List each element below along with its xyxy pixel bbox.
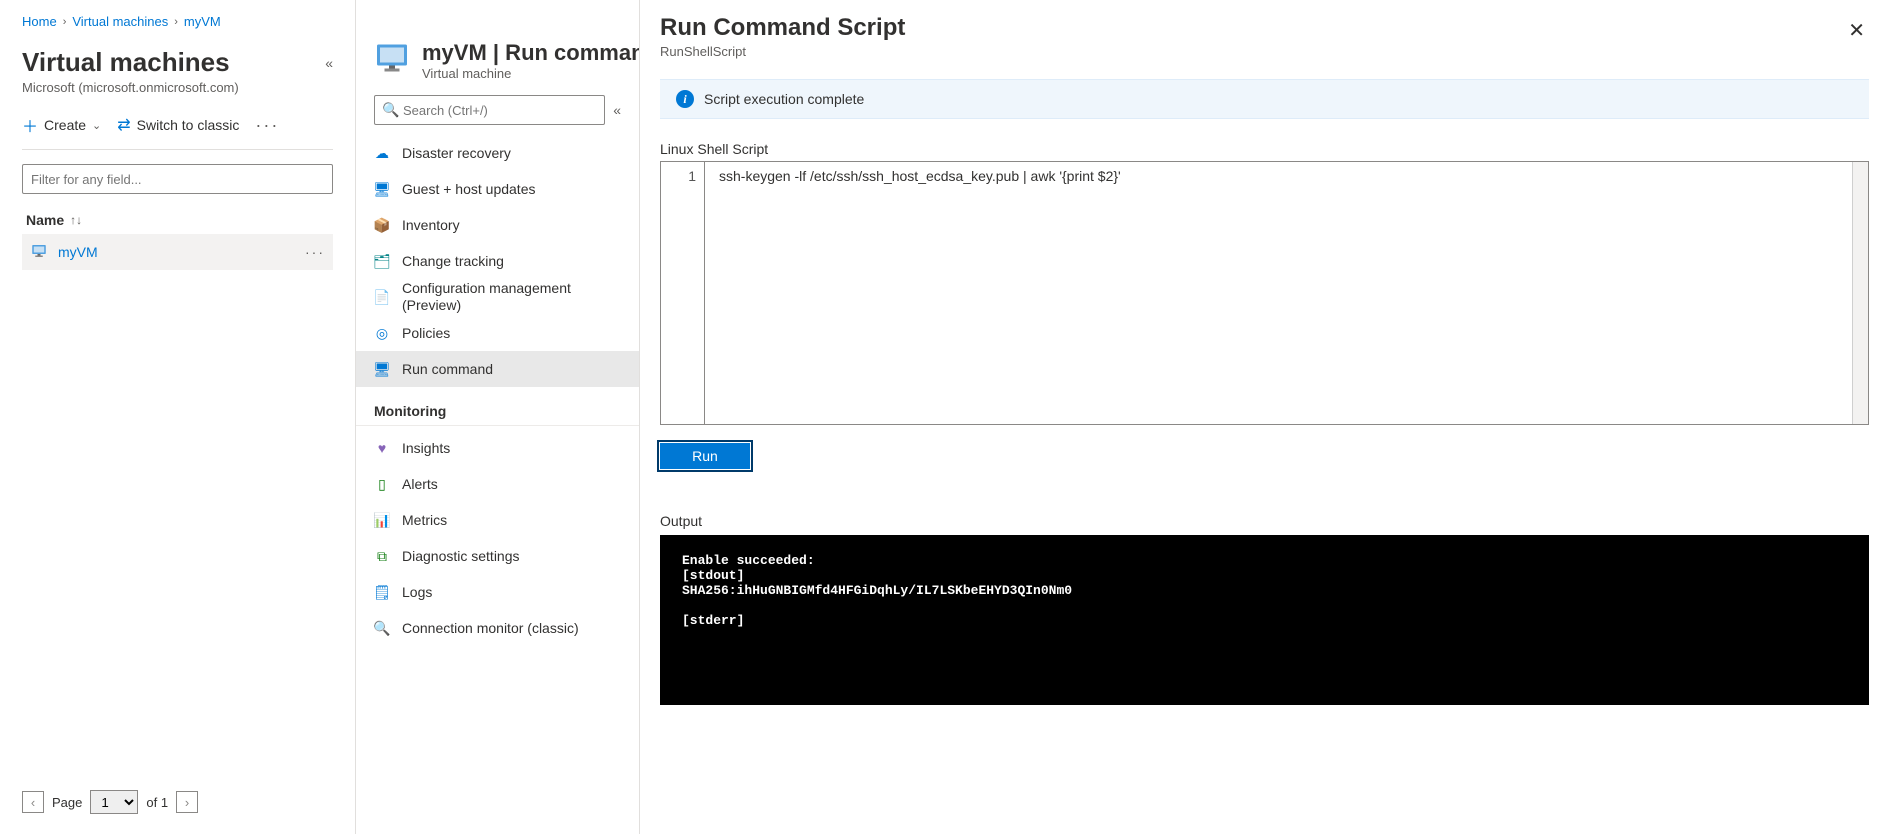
close-icon[interactable]: ✕	[1844, 14, 1869, 47]
toolbar-more[interactable]: ···	[255, 115, 279, 136]
run-button[interactable]: Run	[660, 443, 750, 469]
policies-icon: ◎	[374, 325, 390, 341]
pager-of: of 1	[146, 795, 168, 810]
column-header-name[interactable]: Name ↑↓	[22, 206, 333, 234]
scrollbar[interactable]	[1852, 162, 1868, 424]
table-row[interactable]: myVM ···	[22, 234, 333, 270]
swap-icon: ⇄	[117, 115, 130, 135]
status-bar: i Script execution complete	[660, 79, 1869, 119]
chevron-right-icon: ›	[174, 16, 178, 28]
run-icon: 🖥	[374, 361, 390, 377]
disaster-icon: ☁	[374, 145, 390, 161]
sidebar-item-label: Change tracking	[402, 253, 621, 270]
logs-icon: 🗒	[374, 584, 390, 600]
pager-page-label: Page	[52, 795, 82, 810]
sidebar-item-label: Diagnostic settings	[402, 548, 621, 565]
sidebar-item-label: Metrics	[402, 512, 621, 529]
panel-subtitle: RunShellScript	[660, 44, 905, 59]
vm-icon	[374, 40, 410, 76]
collapse-left-icon[interactable]: «	[613, 102, 621, 118]
sidebar-item-connection-monitor-classic[interactable]: 🔍 Connection monitor (classic)	[356, 610, 639, 646]
sidebar-item-run-command[interactable]: 🖥 Run command	[356, 351, 639, 387]
page-title: Virtual machines	[22, 47, 230, 78]
chevron-right-icon: ›	[63, 16, 67, 28]
info-icon: i	[676, 90, 694, 108]
collapse-left-icon[interactable]: «	[325, 55, 333, 71]
sidebar-item-guest-host-updates[interactable]: 🖥 Guest + host updates	[356, 171, 639, 207]
name-header-label: Name	[26, 212, 64, 228]
switch-button[interactable]: ⇄ Switch to classic	[117, 115, 239, 135]
script-code[interactable]: ssh-keygen -lf /etc/ssh/ssh_host_ecdsa_k…	[705, 162, 1852, 424]
script-editor[interactable]: 1 ssh-keygen -lf /etc/ssh/ssh_host_ecdsa…	[660, 161, 1869, 425]
pager-next[interactable]: ›	[176, 791, 198, 813]
status-text: Script execution complete	[704, 91, 864, 107]
pager-select[interactable]: 1	[90, 790, 138, 814]
script-label: Linux Shell Script	[660, 141, 1869, 157]
switch-label: Switch to classic	[137, 117, 240, 133]
search-input[interactable]	[374, 95, 605, 125]
pager: ‹ Page 1 of 1 ›	[22, 780, 333, 834]
search-icon: 🔍	[382, 102, 399, 119]
sidebar-item-label: Run command	[402, 361, 621, 378]
sidebar-item-inventory[interactable]: 📦 Inventory	[356, 207, 639, 243]
breadcrumb-vm[interactable]: myVM	[184, 14, 221, 29]
sidebar-item-label: Policies	[402, 325, 621, 342]
plus-icon: ＋	[22, 113, 38, 137]
metrics-icon: 📊	[374, 512, 390, 528]
sidebar-item-label: Guest + host updates	[402, 181, 621, 198]
sidebar-item-logs[interactable]: 🗒 Logs	[356, 574, 639, 610]
line-number: 1	[661, 162, 705, 424]
sidebar-item-disaster-recovery[interactable]: ☁ Disaster recovery	[356, 135, 639, 171]
sidebar-item-change-tracking[interactable]: 🗂 Change tracking	[356, 243, 639, 279]
breadcrumb-vms[interactable]: Virtual machines	[72, 14, 168, 29]
guest-icon: 🖥	[374, 181, 390, 197]
section-monitoring: Monitoring	[356, 393, 639, 426]
blade-subtitle: Virtual machine	[422, 66, 640, 81]
sidebar-item-label: Disaster recovery	[402, 145, 621, 162]
sort-asc-icon: ↑↓	[70, 213, 82, 227]
blade-title: myVM | Run command	[422, 40, 640, 66]
vm-icon	[30, 242, 48, 263]
sidebar-item-diagnostic-settings[interactable]: ⧉ Diagnostic settings	[356, 538, 639, 574]
sidebar-item-label: Configuration management (Preview)	[402, 280, 621, 314]
chevron-down-icon: ⌄	[92, 119, 101, 132]
insights-icon: ♥	[374, 440, 390, 456]
panel-title: Run Command Script	[660, 14, 905, 42]
sidebar-item-label: Alerts	[402, 476, 621, 493]
sidebar-item-alerts[interactable]: ▯ Alerts	[356, 466, 639, 502]
create-button[interactable]: ＋ Create ⌄	[22, 113, 101, 137]
output-label: Output	[660, 513, 1869, 529]
alerts-icon: ▯	[374, 476, 390, 492]
breadcrumb-home[interactable]: Home	[22, 14, 57, 29]
sidebar-item-label: Insights	[402, 440, 621, 457]
configuration-icon: 📄	[374, 289, 390, 305]
sidebar-item-configuration-management-preview[interactable]: 📄 Configuration management (Preview)	[356, 279, 639, 315]
create-label: Create	[44, 117, 86, 133]
sidebar-item-insights[interactable]: ♥ Insights	[356, 430, 639, 466]
output-terminal[interactable]: Enable succeeded: [stdout] SHA256:ihHuGN…	[660, 535, 1869, 705]
connection-icon: 🔍	[374, 620, 390, 636]
filter-input[interactable]	[22, 164, 333, 194]
sidebar-item-label: Inventory	[402, 217, 621, 234]
pager-prev[interactable]: ‹	[22, 791, 44, 813]
row-more-icon[interactable]: ···	[305, 244, 325, 260]
diagnostic-icon: ⧉	[374, 548, 390, 564]
sidebar-item-metrics[interactable]: 📊 Metrics	[356, 502, 639, 538]
sidebar-item-policies[interactable]: ◎ Policies	[356, 315, 639, 351]
breadcrumb: Home › Virtual machines › myVM	[22, 14, 333, 29]
vm-name: myVM	[58, 244, 98, 260]
sidebar-item-label: Connection monitor (classic)	[402, 620, 621, 637]
sidebar-item-label: Logs	[402, 584, 621, 601]
change-icon: 🗂	[374, 253, 390, 269]
page-subtitle: Microsoft (microsoft.onmicrosoft.com)	[22, 80, 333, 95]
inventory-icon: 📦	[374, 217, 390, 233]
